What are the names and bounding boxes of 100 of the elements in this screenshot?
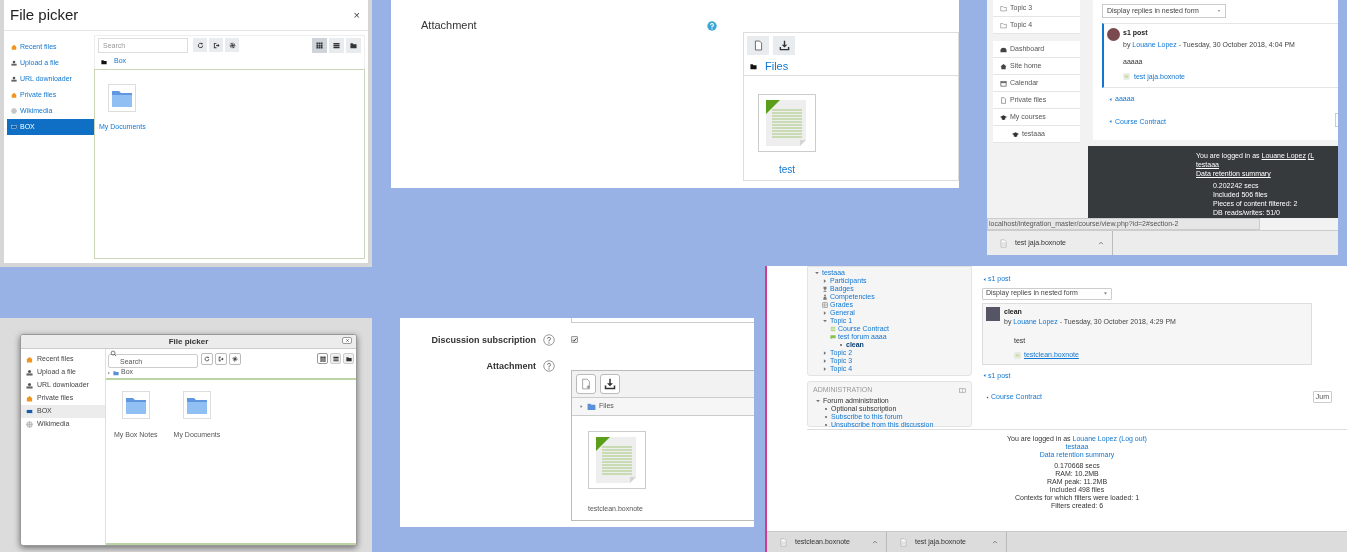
list-icon (332, 355, 339, 362)
document-icon[interactable] (588, 431, 646, 489)
search-icon (110, 349, 117, 357)
download-button[interactable] (773, 36, 795, 55)
graduation-cap-icon (1012, 130, 1019, 138)
gauge-icon (1000, 45, 1007, 53)
settings-icon (232, 355, 238, 362)
caret-icon (982, 276, 987, 282)
close-button[interactable]: × (351, 9, 362, 21)
folder-icon (345, 355, 352, 362)
trophy-icon (822, 286, 828, 292)
view-mode-button[interactable] (317, 353, 328, 364)
caret-icon (1108, 96, 1113, 102)
avatar (1107, 28, 1120, 41)
attachment-icon (1014, 351, 1021, 359)
user-icon (26, 382, 33, 389)
folder-icon[interactable] (182, 391, 211, 419)
chevron-up-icon (872, 539, 878, 545)
file-icon (899, 537, 908, 547)
house-icon (11, 92, 17, 98)
add-file-icon (580, 378, 592, 390)
logout-icon (212, 41, 220, 49)
chevron-up-icon (1098, 240, 1104, 246)
folder-icon (587, 402, 596, 411)
help-icon (543, 334, 555, 346)
globe-icon (26, 421, 33, 428)
grid-icon (316, 41, 323, 49)
dialog-title: File picker (168, 335, 209, 348)
add-file-button[interactable] (747, 36, 769, 55)
file-icon (779, 537, 788, 547)
user-icon (26, 369, 33, 376)
graduation-cap-icon (1000, 113, 1007, 121)
checkbox[interactable] (571, 336, 578, 343)
view-mode-button[interactable] (312, 37, 327, 53)
figure-icon (822, 294, 828, 300)
document-icon[interactable] (758, 94, 816, 152)
bullet-icon (985, 394, 990, 400)
refresh-icon (196, 41, 204, 49)
dock-icon (959, 386, 966, 394)
logo-icon (11, 124, 17, 130)
refresh-button[interactable] (193, 38, 207, 52)
view-mode-button[interactable] (343, 353, 354, 364)
caret-icon (1103, 291, 1108, 296)
path-link[interactable]: Files (765, 58, 789, 75)
field-label: Attachment (485, 360, 536, 372)
close-button[interactable] (342, 337, 352, 344)
folder-icon (1000, 4, 1007, 12)
file-icon (999, 238, 1008, 248)
close-icon (344, 338, 350, 343)
add-file-icon (752, 40, 764, 51)
bullet-icon (838, 342, 844, 348)
house-icon (1000, 62, 1007, 70)
folder-icon (750, 63, 757, 70)
calendar-icon (1000, 79, 1007, 87)
caret-icon (1217, 9, 1221, 13)
folder-icon (350, 41, 357, 49)
folder-icon (101, 58, 107, 65)
user-icon (11, 60, 17, 66)
table-icon (822, 302, 828, 308)
logout-icon (218, 355, 224, 362)
help-icon (543, 360, 555, 372)
user-icon (11, 76, 17, 82)
settings-icon (228, 41, 236, 49)
chevron-up-icon (992, 539, 998, 545)
dialog-title: File picker (10, 4, 79, 25)
refresh-icon (204, 355, 210, 362)
field-label: Attachment (421, 18, 478, 32)
folder-icon[interactable] (108, 84, 137, 112)
list-icon (333, 41, 340, 49)
page-icon (1000, 96, 1007, 104)
attachment-icon (1123, 73, 1130, 81)
house-icon (26, 356, 33, 363)
logout-button[interactable] (215, 352, 227, 365)
folder-icon (1000, 21, 1007, 29)
folder-icon (113, 369, 119, 376)
refresh-button[interactable] (201, 352, 213, 365)
download-icon (604, 378, 616, 390)
grid-icon (319, 355, 326, 362)
file-name[interactable]: test (778, 162, 796, 177)
view-mode-button[interactable] (346, 37, 361, 53)
view-mode-button[interactable] (329, 37, 344, 53)
download-button[interactable] (600, 374, 620, 394)
speech-icon (830, 334, 836, 340)
house-icon (11, 44, 17, 50)
help-icon (707, 21, 717, 31)
download-icon (778, 40, 790, 51)
caret-icon (982, 373, 987, 379)
logout-button[interactable] (209, 38, 223, 52)
caret-icon (579, 404, 584, 409)
logo-icon (26, 408, 33, 415)
house-icon (26, 395, 33, 402)
settings-button[interactable] (229, 352, 241, 365)
page-icon (830, 326, 836, 332)
caret-icon (1108, 119, 1113, 125)
avatar (986, 306, 1000, 321)
view-mode-button[interactable] (330, 353, 341, 364)
folder-icon[interactable] (121, 391, 150, 419)
globe-icon (11, 108, 17, 114)
field-label: Discussion subscription (430, 334, 536, 346)
settings-button[interactable] (225, 38, 239, 52)
